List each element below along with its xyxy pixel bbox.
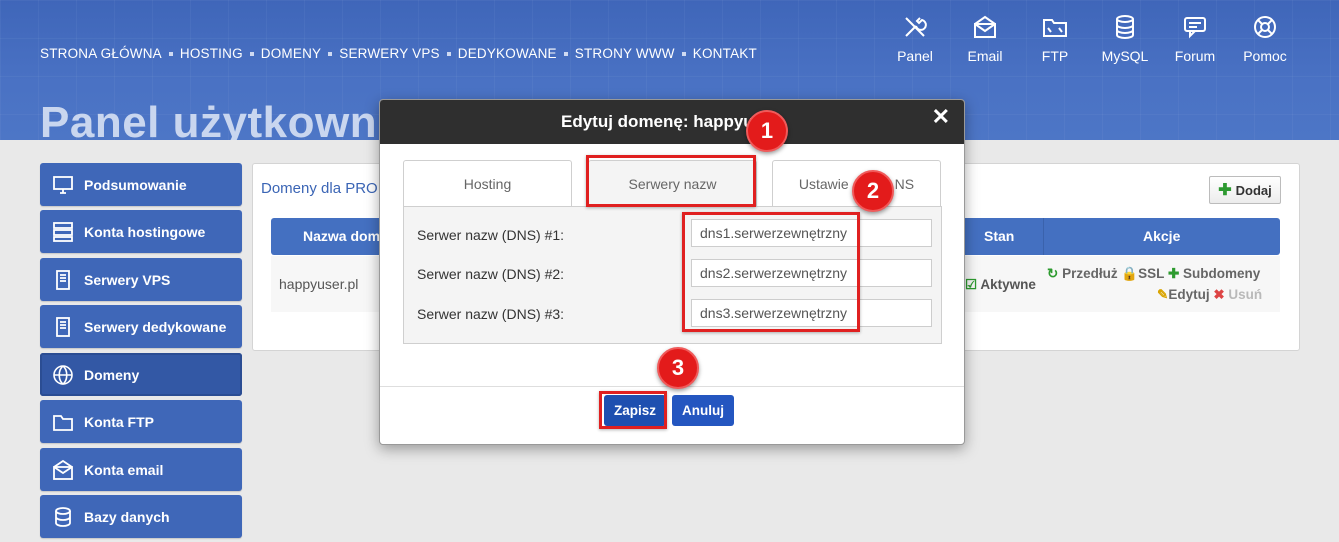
edit-domain-dialog: Edytuj domenę: happyuser. ✕ Hosting Serw… (379, 99, 965, 445)
dns2-label: Serwer nazw (DNS) #2: (417, 266, 565, 282)
highlight-save-button (599, 391, 667, 429)
close-icon[interactable]: ✕ (932, 104, 950, 130)
dialog-header: Edytuj domenę: happyuser. ✕ (380, 100, 964, 144)
tab-hosting[interactable]: Hosting (403, 160, 572, 206)
dns1-label: Serwer nazw (DNS) #1: (417, 227, 565, 243)
cancel-button[interactable]: Anuluj (672, 395, 734, 426)
highlight-dns-inputs (682, 212, 860, 332)
dns3-label: Serwer nazw (DNS) #3: (417, 306, 565, 322)
step-badge-3: 3 (657, 347, 699, 389)
step-badge-2: 2 (852, 170, 894, 212)
highlight-nameservers-tab (586, 155, 756, 207)
nameservers-form: Serwer nazw (DNS) #1: dns1.serwerzewnętr… (403, 206, 942, 344)
step-badge-1: 1 (746, 110, 788, 152)
